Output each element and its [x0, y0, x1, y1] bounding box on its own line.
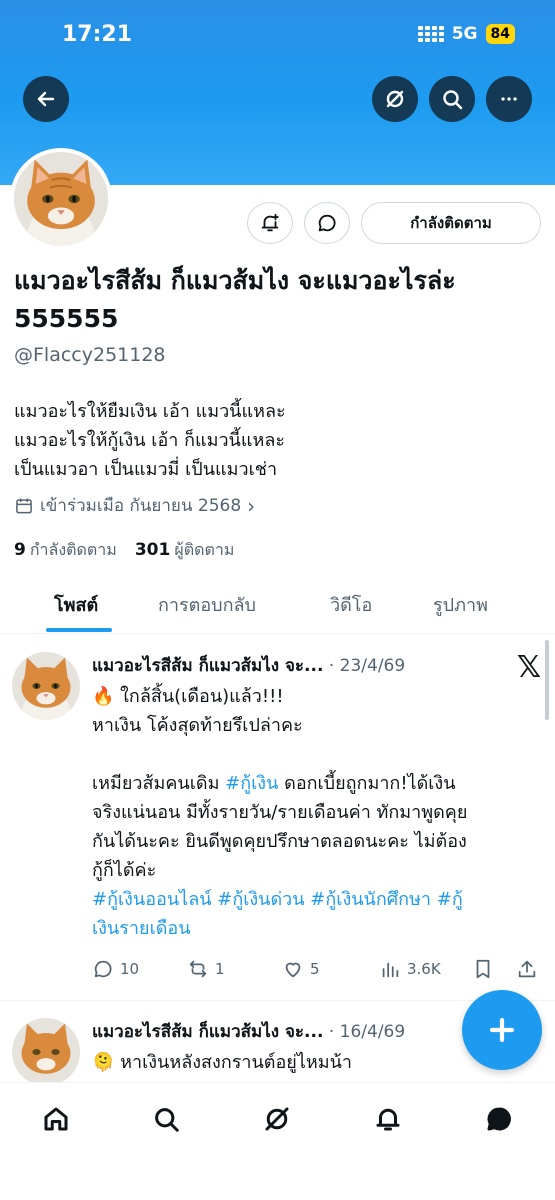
- reply-count: 10: [120, 960, 140, 978]
- notification-subscribe-button[interactable]: [247, 202, 293, 244]
- chevron-right-icon: ›: [247, 493, 256, 518]
- battery-badge: 84: [485, 24, 515, 44]
- search-button[interactable]: [429, 76, 475, 122]
- bio-line: แมวอะไรให้ยืมเงิน เอ้า แมวนี้แหละ: [14, 401, 286, 422]
- post-line: จริงแน่นอน มีทั้งรายวัน/รายเดือนค่า ทักม…: [92, 802, 468, 823]
- orange-cat-avatar-image: [12, 1018, 80, 1086]
- post-author-name[interactable]: แมวอะไรสีส้ม ก็แมวส้มไง จะ...: [92, 1022, 323, 1042]
- profile-tabs: โพสต์ การตอบกลับ วิดีโอ รูปภาพ: [0, 578, 555, 634]
- grok-button[interactable]: [372, 76, 418, 122]
- analytics-icon: [382, 962, 399, 978]
- nav-notifications[interactable]: [368, 1099, 408, 1139]
- orange-cat-avatar-image: [12, 652, 80, 720]
- following-label: กำลังติดตาม: [29, 540, 117, 559]
- bell-icon: [376, 1108, 400, 1131]
- post-header: แมวอะไรสีส้ม ก็แมวส้มไง จะ... · 16/4/69: [92, 1018, 405, 1045]
- views-button[interactable]: 3.6K: [379, 958, 441, 980]
- post-header: แมวอะไรสีส้ม ก็แมวส้มไง จะ... · 23/4/69: [92, 652, 405, 679]
- status-time: 17:21: [62, 22, 133, 47]
- post-line: กันได้นะคะ ยินดีพูดคุยปรึกษาตลอดนะคะ ไม่…: [92, 831, 467, 852]
- views-count: 3.6K: [407, 960, 441, 978]
- bio-line: เป็นแมวอา เป็นแมวมี่ เป็นแมวเช่า: [14, 459, 278, 480]
- messages-icon: [487, 1107, 511, 1131]
- x-logo-icon: 𝕏: [516, 650, 541, 685]
- tab-posts[interactable]: โพสต์: [54, 590, 98, 619]
- repost-button[interactable]: 1: [187, 958, 225, 980]
- tab-photos[interactable]: รูปภาพ: [433, 590, 488, 619]
- post-divider: [0, 1000, 555, 1001]
- hashtag-line[interactable]: เงินรายเดือน: [92, 914, 542, 943]
- like-button[interactable]: 5: [282, 958, 320, 980]
- search-icon: [155, 1108, 179, 1132]
- bell-plus-icon: [261, 213, 279, 232]
- post-text-span: ดอกเบี้ยถูกมาก!ได้เงิน: [278, 773, 456, 794]
- post-date: · 23/4/69: [328, 656, 406, 676]
- nav-search[interactable]: [146, 1099, 186, 1139]
- share-icon: [518, 960, 536, 978]
- tab-replies[interactable]: การตอบกลับ: [158, 590, 256, 619]
- followers-count: 301: [134, 540, 171, 560]
- bookmark-icon: [476, 959, 490, 979]
- nav-home[interactable]: [36, 1099, 76, 1139]
- profile-bio: แมวอะไรให้ยืมเงิน เอ้า แมวนี้แหละ แมวอะไ…: [14, 397, 286, 484]
- hashtag-link[interactable]: #กู้เงิน: [225, 773, 278, 794]
- follow-stats: 9 กำลังติดตาม 301 ผู้ติดตาม: [14, 538, 234, 563]
- chat-bubble-icon: [318, 214, 336, 232]
- reply-button[interactable]: 10: [92, 958, 139, 980]
- tab-videos[interactable]: วิดีโอ: [330, 590, 372, 619]
- profile-handle: @Flaccy251128: [14, 344, 166, 366]
- post-text-span: เหมียวส้มคนเดิม: [92, 773, 226, 794]
- post-date: · 16/4/69: [328, 1022, 406, 1042]
- joined-date[interactable]: เข้าร่วมเมือ กันยายน 2568 ›: [14, 492, 255, 519]
- post-line: หาเงิน โค้งสุดท้ายรึเปล่าคะ: [92, 715, 303, 736]
- arrow-left-icon: [37, 91, 55, 107]
- share-button[interactable]: [516, 958, 538, 980]
- compose-post-button[interactable]: [462, 990, 542, 1070]
- joined-text: เข้าร่วมเมือ กันยายน 2568: [40, 496, 242, 516]
- hashtag-line[interactable]: #กู้เงินออนไลน์ #กู้เงินด่วน #กู้เงินนัก…: [92, 885, 542, 914]
- post-actions: 10 1 5 3.6K: [92, 958, 542, 982]
- repost-count: 1: [215, 960, 225, 978]
- post-author-avatar[interactable]: [12, 652, 80, 720]
- post-text: 🔥 ใกล้สิ้น(เดือน)แล้ว!!! หาเงิน โค้งสุดท…: [92, 682, 542, 943]
- post-line: 🔥 ใกล้สิ้น(เดือน)แล้ว!!!: [92, 686, 284, 707]
- heart-icon: [285, 962, 301, 978]
- scrollbar[interactable]: [545, 640, 549, 720]
- post-line: กู้ก็ได้ค่ะ: [92, 860, 157, 881]
- followers-label: ผู้ติดตาม: [174, 540, 235, 559]
- more-button[interactable]: [486, 76, 532, 122]
- bottom-navigation: [0, 1082, 555, 1200]
- nav-messages[interactable]: [479, 1099, 519, 1139]
- profile-avatar[interactable]: [10, 148, 112, 250]
- like-count: 5: [310, 960, 320, 978]
- grok-icon: [265, 1107, 289, 1131]
- following-button[interactable]: กำลังติดตาม: [361, 202, 541, 244]
- home-icon: [44, 1107, 68, 1131]
- profile-display-name: แมวอะไรสีส้ม ก็แมวส้มไง จะแมวอะไรล่ะ 555…: [14, 266, 456, 333]
- orange-cat-avatar-image: [14, 152, 108, 246]
- grok-icon: [386, 90, 404, 108]
- reply-icon: [94, 960, 112, 978]
- bookmark-button[interactable]: [472, 958, 494, 980]
- active-tab-indicator: [46, 628, 112, 632]
- back-button[interactable]: [23, 76, 69, 122]
- message-button[interactable]: [304, 202, 350, 244]
- network-type: 5G: [451, 24, 478, 44]
- repost-icon: [189, 960, 207, 978]
- following-count: 9: [14, 540, 26, 560]
- post-author-avatar[interactable]: [12, 1018, 80, 1086]
- signal-icon: [417, 26, 444, 42]
- followers-stat[interactable]: 301 ผู้ติดตาม: [135, 538, 235, 563]
- status-indicators: 5G 84: [417, 24, 515, 44]
- post-line: เหมียวส้มคนเดิม #กู้เงิน ดอกเบี้ยถูกมาก!…: [92, 769, 542, 798]
- search-icon: [443, 90, 463, 110]
- post-line: [92, 740, 542, 769]
- nav-grok[interactable]: [257, 1099, 297, 1139]
- calendar-icon: [16, 498, 32, 513]
- plus-icon: [489, 1017, 515, 1043]
- more-horizontal-icon: [501, 97, 517, 101]
- bio-line: แมวอะไรให้กู้เงิน เอ้า ก็แมวนี้แหละ: [14, 430, 286, 451]
- following-stat[interactable]: 9 กำลังติดตาม: [14, 538, 117, 563]
- post-author-name[interactable]: แมวอะไรสีส้ม ก็แมวส้มไง จะ...: [92, 656, 323, 676]
